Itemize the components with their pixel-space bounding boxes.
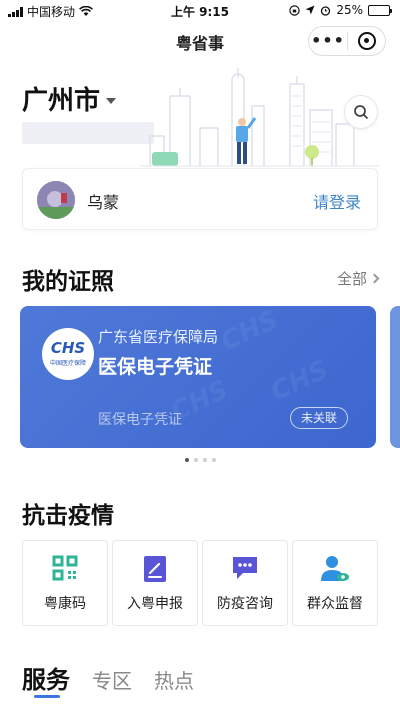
chs-logo-text: CHS: [50, 339, 86, 357]
pager-dot: [184, 458, 189, 462]
content-tabs: 服务 专区 热点: [22, 660, 194, 695]
card-issuer: 广东省医疗保障局: [98, 328, 219, 346]
pager-dot: [193, 458, 198, 462]
carousel-pager: [0, 458, 400, 462]
location-icon: [305, 5, 315, 15]
tab-services[interactable]: 服务: [22, 660, 70, 695]
login-link[interactable]: 请登录: [313, 189, 361, 213]
epidemic-services: 粤康码 入粤申报 防疫咨询 群众监督: [22, 540, 378, 626]
service-label: 防疫咨询: [217, 596, 273, 612]
service-tile-entry-report[interactable]: 入粤申报: [112, 540, 198, 626]
next-card-peek[interactable]: [390, 306, 400, 448]
alarm-icon: [321, 5, 331, 16]
tab-zones[interactable]: 专区: [92, 665, 132, 694]
user-name: 乌蒙: [87, 193, 120, 212]
service-label: 入粤申报: [127, 596, 183, 612]
nav-bar: 粤省事 •••: [0, 22, 400, 58]
search-icon: [354, 105, 368, 119]
certificates-title: 我的证照: [22, 269, 114, 295]
medical-insurance-card[interactable]: CHS CHS CHS CHS 中国医疗保障 广东省医疗保障局 医保电子凭证 医…: [20, 306, 376, 448]
card-subtitle: 医保电子凭证: [98, 412, 182, 428]
link-status-badge[interactable]: 未关联: [289, 407, 348, 429]
service-label: 群众监督: [307, 596, 363, 612]
card-watermark: CHS: [266, 354, 334, 408]
chs-logo: CHS 中国医疗保障: [42, 328, 94, 380]
service-tile-consultation[interactable]: 防疫咨询: [202, 540, 288, 626]
view-all-label: 全部: [336, 270, 367, 288]
chat-bubble-icon: [233, 557, 257, 579]
active-tab-indicator: [34, 695, 60, 698]
battery-percent: 25%: [336, 3, 363, 17]
avatar[interactable]: [37, 181, 75, 219]
view-all-link[interactable]: 全部: [336, 268, 380, 289]
avatar-image: [37, 181, 75, 219]
person-watch-icon: [321, 556, 349, 581]
more-dots-icon[interactable]: •••: [309, 33, 347, 49]
user-card[interactable]: 乌蒙 请登录: [22, 168, 378, 230]
weather-placeholder: [22, 122, 154, 144]
caret-down-icon: [106, 97, 117, 104]
tab-hot-topics[interactable]: 热点: [154, 665, 194, 694]
city-selector[interactable]: 广州市: [22, 80, 117, 117]
chs-logo-subtext: 中国医疗保障: [49, 360, 86, 367]
card-title: 医保电子凭证: [98, 356, 213, 378]
city-name: 广州市: [22, 86, 101, 116]
pager-dot: [211, 458, 216, 462]
rotation-lock-icon: [289, 4, 301, 16]
target-close-icon: [357, 32, 376, 50]
card-watermark: CHS: [216, 306, 284, 358]
status-bar: 中国移动 上午 9:15 25%: [0, 0, 400, 22]
mini-program-capsule: •••: [308, 26, 386, 56]
service-tile-health-code[interactable]: 粤康码: [22, 540, 108, 626]
epidemic-title: 抗击疫情: [22, 503, 114, 529]
close-button[interactable]: [348, 32, 385, 50]
status-right: 25%: [289, 3, 392, 17]
chevron-right-icon: [369, 273, 380, 284]
battery-icon: [368, 4, 392, 16]
search-button[interactable]: [344, 95, 378, 129]
service-tile-supervision[interactable]: 群众监督: [292, 540, 378, 626]
qr-code-icon: [52, 555, 78, 581]
service-label: 粤康码: [44, 596, 86, 612]
report-form-icon: [144, 556, 166, 582]
pager-dot: [202, 458, 207, 462]
